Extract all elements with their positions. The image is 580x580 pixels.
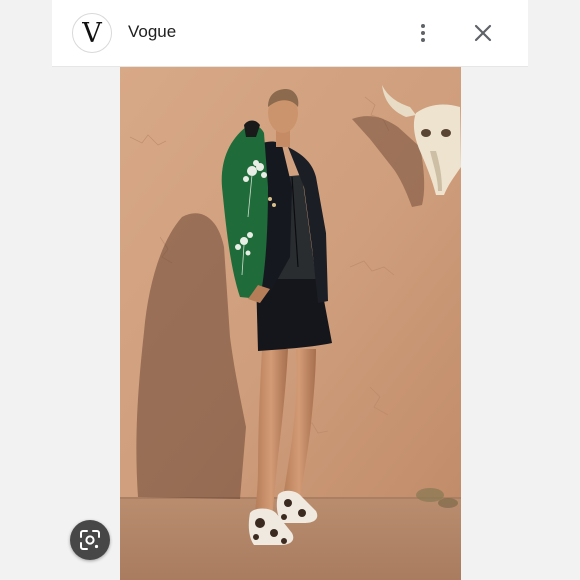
google-lens-button[interactable] bbox=[70, 520, 110, 560]
close-button[interactable] bbox=[470, 20, 496, 46]
more-vertical-icon-dot bbox=[421, 24, 425, 28]
more-options-button[interactable] bbox=[410, 20, 436, 46]
more-vertical-icon-dot bbox=[421, 31, 425, 35]
left-backdrop bbox=[0, 0, 52, 580]
source-site-name[interactable]: Vogue bbox=[128, 22, 176, 42]
source-logo[interactable]: V bbox=[72, 13, 112, 53]
more-vertical-icon-dot bbox=[421, 38, 425, 42]
right-backdrop bbox=[528, 0, 580, 580]
google-lens-icon bbox=[80, 530, 100, 550]
main-photo[interactable] bbox=[120, 67, 461, 580]
fashion-photo bbox=[120, 67, 461, 580]
viewer-header: V Vogue bbox=[52, 0, 528, 67]
vogue-logo-icon: V bbox=[82, 17, 102, 49]
close-icon bbox=[474, 24, 492, 42]
